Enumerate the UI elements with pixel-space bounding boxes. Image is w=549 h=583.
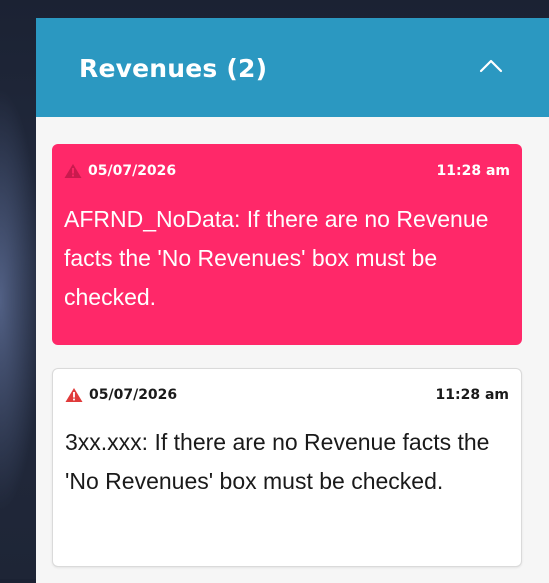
warning-triangle-icon: [64, 164, 82, 178]
panel-header[interactable]: Revenues (2): [36, 18, 549, 117]
message-text: AFRND_NoData: If there are no Revenue fa…: [64, 206, 489, 310]
collapse-button[interactable]: [471, 48, 511, 88]
message-date: 05/07/2026: [88, 163, 177, 179]
card-meta: 05/07/2026 11:28 am: [65, 385, 509, 405]
message-text: 3xx.xxx: If there are no Revenue facts t…: [65, 429, 490, 494]
validation-message-card[interactable]: 05/07/2026 11:28 am AFRND_NoData: If the…: [52, 144, 522, 345]
message-time: 11:28 am: [435, 387, 509, 403]
message-time: 11:28 am: [436, 163, 510, 179]
card-meta: 05/07/2026 11:28 am: [64, 161, 510, 181]
revenues-panel: Revenues (2) 05/07/2026 11:28 am AFRND_N…: [36, 18, 549, 583]
message-date: 05/07/2026: [89, 387, 178, 403]
validation-message-card[interactable]: 05/07/2026 11:28 am 3xx.xxx: If there ar…: [52, 368, 522, 567]
panel-title: Revenues (2): [79, 54, 268, 83]
chevron-up-icon: [479, 59, 503, 73]
warning-triangle-icon: [65, 388, 83, 402]
